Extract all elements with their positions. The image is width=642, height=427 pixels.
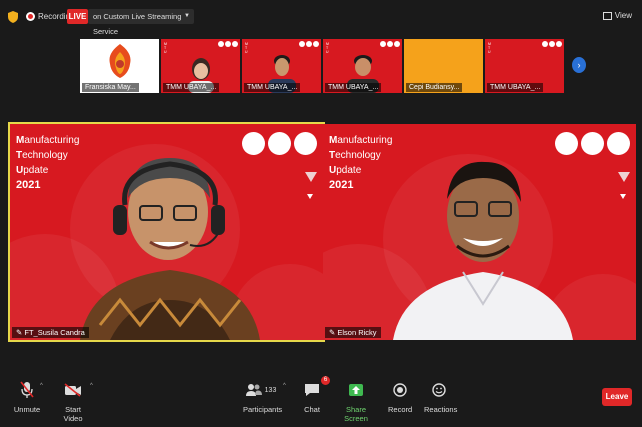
participant-name: ✎ FT_Susila Candra bbox=[12, 327, 89, 338]
stream-target-dropdown[interactable]: on Custom Live Streaming Service ▼ bbox=[88, 9, 194, 36]
logo-group bbox=[218, 41, 238, 47]
participant-name: TMM UBAYA_... bbox=[163, 83, 220, 92]
participant-name: Fransiska May... bbox=[82, 83, 139, 92]
participant-name: TMM UBAYA_... bbox=[325, 83, 382, 92]
reactions-button[interactable]: Reactions bbox=[424, 378, 457, 414]
participant-thumbnail[interactable]: Fransiska May... bbox=[80, 39, 159, 93]
top-bar: Recording LIVE on Custom Live Streaming … bbox=[0, 0, 642, 36]
shield-icon[interactable] bbox=[8, 11, 18, 23]
chevron-up-icon[interactable]: ^ bbox=[90, 383, 93, 389]
start-video-button[interactable]: Start Video bbox=[56, 378, 90, 423]
view-button[interactable]: View bbox=[602, 11, 632, 20]
slide-title-mini: MTU bbox=[326, 42, 329, 54]
sponsor-logos bbox=[555, 132, 630, 155]
record-button[interactable]: Record bbox=[388, 378, 412, 414]
share-screen-icon bbox=[349, 384, 363, 396]
chat-button[interactable]: 6 Chat bbox=[300, 376, 330, 414]
chevron-up-icon[interactable]: ^ bbox=[283, 383, 286, 389]
microphone-muted-icon bbox=[20, 381, 34, 398]
participant-count: 133 bbox=[264, 386, 277, 394]
participant-name: ✎ Elson Ricky bbox=[325, 327, 381, 338]
slide-title-mini: MTU bbox=[488, 42, 491, 54]
participant-thumbnail[interactable]: MTU TMM UBAYA_... bbox=[485, 39, 564, 93]
participant-thumbnail[interactable]: Cepi Budiansy... bbox=[404, 39, 483, 93]
live-badge[interactable]: LIVE bbox=[67, 9, 88, 24]
record-icon bbox=[393, 383, 407, 397]
participants-button[interactable]: 133 Participants bbox=[243, 378, 282, 414]
flame-logo-icon bbox=[109, 44, 131, 78]
logo-group bbox=[542, 41, 562, 47]
chat-icon bbox=[305, 384, 319, 396]
participant-video bbox=[80, 158, 260, 340]
slide-title: Manufacturing Technology Update 2021 bbox=[329, 135, 393, 191]
share-screen-button[interactable]: Share Screen bbox=[336, 378, 376, 423]
triangle-decoration bbox=[620, 194, 626, 199]
triangle-decoration bbox=[618, 172, 630, 182]
participant-thumbnail[interactable]: MTU TMM UBAYA_... bbox=[161, 39, 240, 93]
video-off-icon bbox=[64, 383, 81, 397]
participant-thumbnail[interactable]: MTU TMM UBAYA_... bbox=[242, 39, 321, 93]
chevron-right-icon[interactable]: › bbox=[572, 57, 586, 73]
smiley-icon bbox=[432, 383, 446, 397]
stream-target-label: on Custom Live Streaming Service bbox=[93, 12, 182, 36]
chat-badge: 6 bbox=[321, 376, 330, 385]
triangle-decoration bbox=[307, 194, 313, 199]
participant-video bbox=[393, 161, 573, 340]
slide-title-mini: MTU bbox=[164, 42, 167, 54]
unmute-button[interactable]: Unmute bbox=[12, 378, 42, 414]
slide-title-mini: MTU bbox=[245, 42, 248, 54]
chevron-up-icon[interactable]: ^ bbox=[40, 383, 43, 389]
recording-icon bbox=[26, 12, 35, 21]
participant-name: TMM UBAYA_... bbox=[487, 83, 544, 92]
video-tile-speaker[interactable]: Manufacturing Technology Update 2021 ✎ F… bbox=[8, 122, 325, 342]
participant-thumbnail[interactable]: MTU TMM UBAYA_... bbox=[323, 39, 402, 93]
participant-name: Cepi Budiansy... bbox=[406, 83, 463, 92]
logo-group bbox=[380, 41, 400, 47]
participants-icon bbox=[245, 384, 262, 396]
participant-name: TMM UBAYA_... bbox=[244, 83, 301, 92]
logo-group bbox=[299, 41, 319, 47]
triangle-decoration bbox=[305, 172, 317, 182]
view-label: View bbox=[614, 11, 632, 20]
leave-button[interactable]: Leave bbox=[602, 388, 632, 406]
meeting-toolbar: Unmute ^ Start Video ^ 133 Participants … bbox=[0, 373, 642, 427]
chevron-down-icon: ▼ bbox=[184, 13, 190, 19]
video-tile[interactable]: Manufacturing Technology Update 2021 ✎ E… bbox=[323, 124, 636, 340]
grid-icon bbox=[602, 11, 612, 20]
